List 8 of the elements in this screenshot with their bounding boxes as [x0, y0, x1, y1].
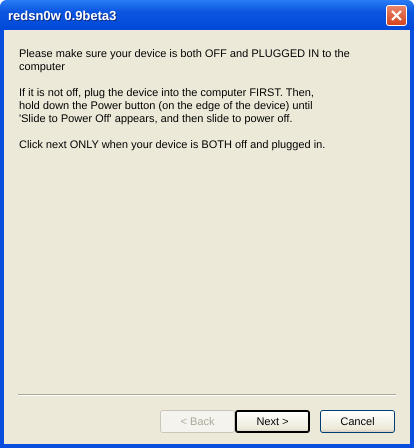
instruction-text: Please make sure your device is both OFF and PLUGGED IN to the computer — [19, 48, 351, 74]
close-icon — [390, 8, 403, 22]
instruction-text: If it is not off, plug the device into the computer FIRST. Then, hold down the Power button (on the edge of the device) until 'Slide to Power Off' appears, and then slide to power off. — [19, 87, 315, 126]
close-button[interactable] — [386, 4, 407, 26]
cancel-button[interactable]: Cancel — [320, 410, 395, 433]
window-title: redsn0w 0.9beta3 — [8, 8, 116, 22]
instruction-text: Click next ONLY when your device is BOTH off and plugged in. — [19, 139, 326, 152]
next-button[interactable]: Next > — [235, 410, 310, 433]
